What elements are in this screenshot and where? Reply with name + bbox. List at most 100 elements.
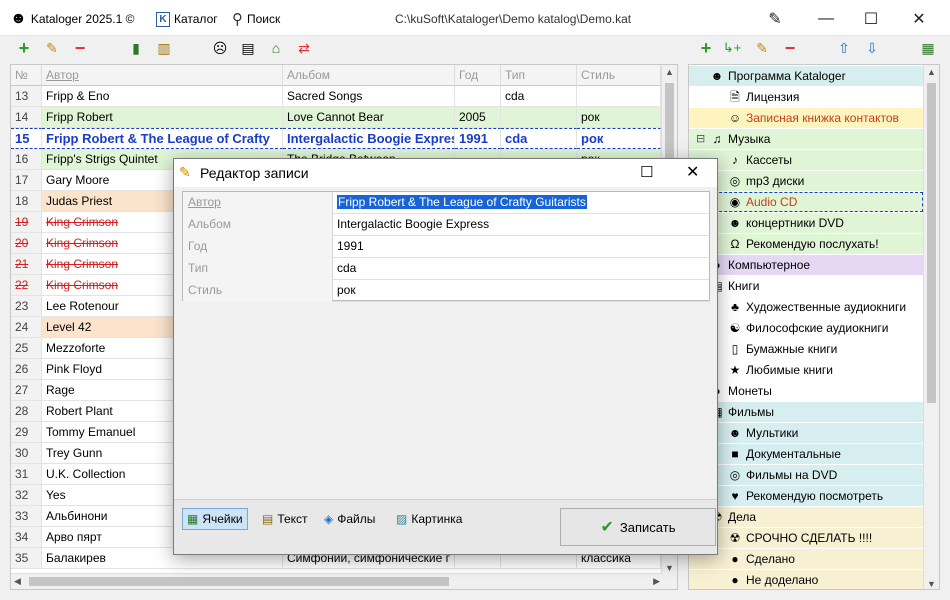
tree-node[interactable]: ☺ Записная книжка контактов xyxy=(689,108,923,128)
scroll-left-icon[interactable]: ◀ xyxy=(14,576,21,587)
tree-scroll-up-icon[interactable]: ▲ xyxy=(927,67,936,77)
row-number[interactable]: 27 xyxy=(11,380,42,401)
table-row[interactable]: 13 Fripp & Eno Sacred Songs cda xyxy=(11,86,661,107)
h-scroll-thumb[interactable] xyxy=(29,577,449,586)
row-type[interactable] xyxy=(501,107,577,128)
tab-picture[interactable]: ▨ Картинка xyxy=(392,508,466,530)
tree-node[interactable]: ▤Книги xyxy=(689,276,923,296)
edit-record-icon[interactable]: ✎ xyxy=(42,38,62,58)
add-subnode-icon[interactable]: ↳+ xyxy=(722,38,742,58)
row-number[interactable]: 18 xyxy=(11,191,42,212)
scroll-right-icon[interactable]: ▶ xyxy=(653,576,660,587)
row-number[interactable]: 21 xyxy=(11,254,42,275)
row-number[interactable]: 19 xyxy=(11,212,42,233)
row-number[interactable]: 16 xyxy=(11,149,42,170)
tree-node[interactable]: ◎ Фильмы на DVD xyxy=(689,465,923,485)
column-header-year[interactable]: Год xyxy=(455,65,501,86)
tree-node[interactable]: ● Не доделано xyxy=(689,570,923,589)
move-up-icon[interactable]: ⇧ xyxy=(834,38,854,58)
row-number[interactable]: 28 xyxy=(11,401,42,422)
row-number[interactable]: 30 xyxy=(11,443,42,464)
row-type[interactable]: cda xyxy=(501,86,577,107)
columns-icon[interactable]: ▥ xyxy=(154,38,174,58)
column-header-style[interactable]: Стиль xyxy=(577,65,661,86)
tree-node[interactable]: ■ Документальные xyxy=(689,444,923,464)
delete-record-icon[interactable]: − xyxy=(70,38,90,58)
tree-node[interactable]: 🗎 Лицензия xyxy=(689,87,923,107)
tree-node[interactable]: ☢Дела xyxy=(689,507,923,527)
save-button[interactable]: ✔ Записать xyxy=(560,508,716,546)
close-button[interactable]: ✕ xyxy=(908,8,930,30)
tree-scroll-thumb[interactable] xyxy=(927,83,936,403)
delete-node-icon[interactable]: − xyxy=(780,38,800,58)
dialog-close-button[interactable]: ✕ xyxy=(686,162,699,182)
tree-node[interactable]: ▯ Бумажные книги xyxy=(689,339,923,359)
row-number[interactable]: 32 xyxy=(11,485,42,506)
add-node-icon[interactable]: + xyxy=(696,38,716,58)
row-number[interactable]: 23 xyxy=(11,296,42,317)
row-number[interactable]: 13 xyxy=(11,86,42,107)
tree-node[interactable]: ☻ концертники DVD xyxy=(689,213,923,233)
tree-node[interactable]: ● Сделано xyxy=(689,549,923,569)
transfer-icon[interactable]: ⇄ xyxy=(294,38,314,58)
field-value-input[interactable]: Intergalactic Boogie Express xyxy=(334,214,708,236)
tab-text[interactable]: ▤ Текст xyxy=(258,508,312,530)
row-number[interactable]: 14 xyxy=(11,107,42,128)
row-year[interactable] xyxy=(455,86,501,107)
row-number[interactable]: 29 xyxy=(11,422,42,443)
row-style[interactable]: рок xyxy=(577,107,661,128)
row-number[interactable]: 31 xyxy=(11,464,42,485)
row-number[interactable]: 35 xyxy=(11,548,42,569)
row-number[interactable]: 33 xyxy=(11,506,42,527)
grid-settings-icon[interactable]: ▦ xyxy=(918,38,938,58)
tree-node[interactable]: ●Компьютерное xyxy=(689,255,923,275)
scroll-down-icon[interactable]: ▼ xyxy=(665,563,674,573)
column-header-author[interactable]: Автор xyxy=(42,65,283,86)
tree-node[interactable]: ☯ Философские аудиокниги xyxy=(689,318,923,338)
catalog-menu[interactable]: K Каталог xyxy=(156,10,218,28)
row-number[interactable]: 26 xyxy=(11,359,42,380)
tree-scroll-down-icon[interactable]: ▼ xyxy=(927,579,936,589)
search-menu[interactable]: ⚲ Поиск xyxy=(232,10,280,28)
edit-node-icon[interactable]: ✎ xyxy=(752,38,772,58)
row-year[interactable]: 1991 xyxy=(455,128,501,149)
table-row[interactable]: 14 Fripp Robert Love Cannot Bear 2005 рок xyxy=(11,107,661,128)
move-down-icon[interactable]: ⇩ xyxy=(862,38,882,58)
tree-node[interactable]: ▦Фильмы xyxy=(689,402,923,422)
row-number[interactable]: 25 xyxy=(11,338,42,359)
row-number[interactable]: 24 xyxy=(11,317,42,338)
minimize-button[interactable]: — xyxy=(815,8,837,30)
tree-node[interactable]: ◎ mp3 диски xyxy=(689,171,923,191)
row-type[interactable]: cda xyxy=(501,128,577,149)
row-author[interactable]: Fripp & Eno xyxy=(42,86,283,107)
maximize-button[interactable]: ☐ xyxy=(860,8,882,30)
column-header-number[interactable]: № xyxy=(11,65,42,86)
row-number[interactable]: 15 xyxy=(11,128,42,149)
grid-horizontal-scrollbar[interactable]: ◀ ▶ xyxy=(11,573,663,589)
tree-node[interactable]: ♪ Кассеты xyxy=(689,150,923,170)
tree-node[interactable]: ♥ Рекомендую посмотреть xyxy=(689,486,923,506)
row-number[interactable]: 22 xyxy=(11,275,42,296)
row-number[interactable]: 20 xyxy=(11,233,42,254)
tree-node[interactable]: Ω Рекомендую послухать! xyxy=(689,234,923,254)
row-album[interactable]: Intergalactic Boogie Expres xyxy=(283,128,455,149)
row-year[interactable]: 2005 xyxy=(455,107,501,128)
row-style[interactable] xyxy=(577,86,661,107)
tree-vertical-scrollbar[interactable]: ▲ ▼ xyxy=(923,65,939,589)
field-value-input[interactable]: Fripp Robert & The League of Crafty Guit… xyxy=(334,192,708,214)
tab-cells[interactable]: ▦ Ячейки xyxy=(182,508,248,530)
field-value-input[interactable]: cda xyxy=(334,258,708,280)
tree-node[interactable]: ●Монеты xyxy=(689,381,923,401)
smiley-tool-icon[interactable]: ☹ xyxy=(210,38,230,58)
row-author[interactable]: Fripp Robert xyxy=(42,107,283,128)
add-record-icon[interactable]: + xyxy=(14,38,34,58)
field-value-input[interactable]: рок xyxy=(334,280,708,302)
row-number[interactable]: 17 xyxy=(11,170,42,191)
dialog-maximize-button[interactable]: ☐ xyxy=(640,163,653,181)
row-author[interactable]: Fripp Robert & The League of Crafty xyxy=(42,128,283,149)
insert-column-icon[interactable]: ▮ xyxy=(126,38,146,58)
home-icon[interactable]: ⌂ xyxy=(266,38,286,58)
catalog-tree[interactable]: ☻ Программа Kataloger 🗎 Лицензия ☺ Записная к… xyxy=(688,64,940,590)
tree-node[interactable]: ☢ СРОЧНО СДЕЛАТЬ !!!! xyxy=(689,528,923,548)
tree-node[interactable]: ☻ Мультики xyxy=(689,423,923,443)
